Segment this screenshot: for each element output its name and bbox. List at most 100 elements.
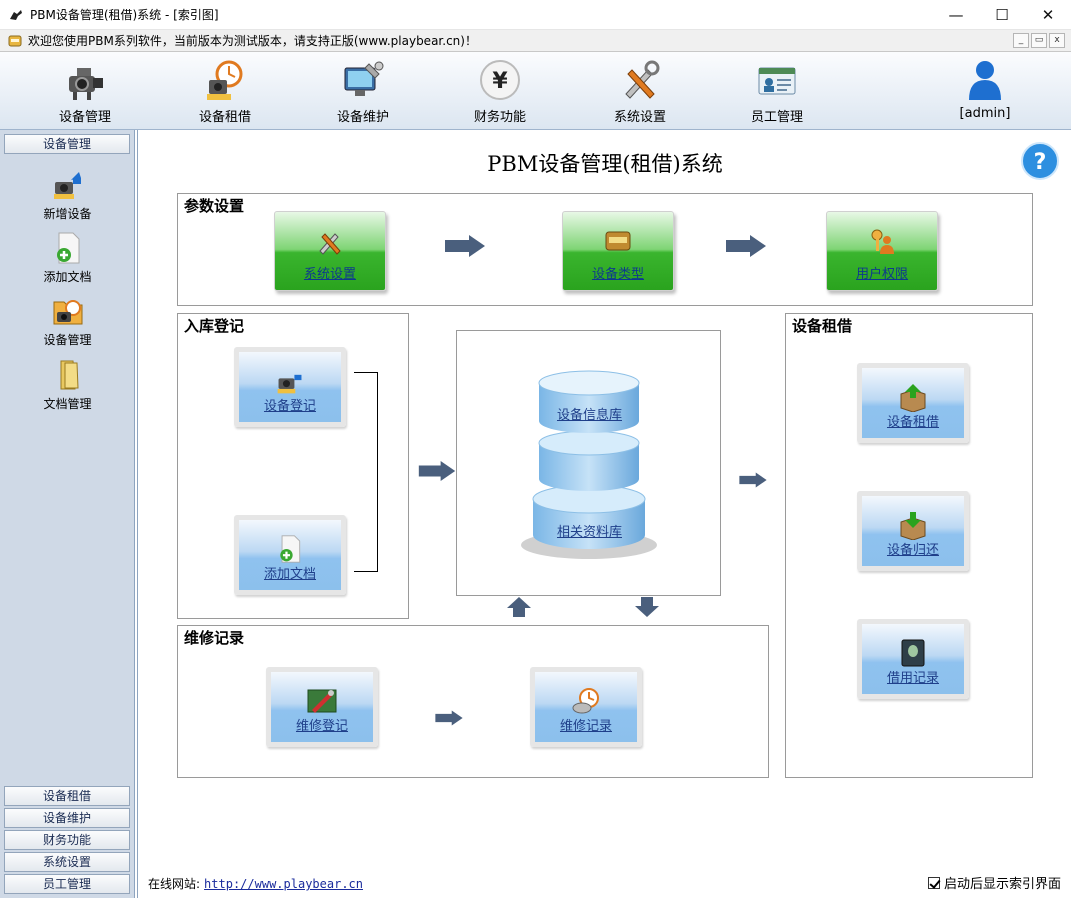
- sidebar-section-lend[interactable]: 设备租借: [4, 786, 130, 806]
- sidebar-item-new-device[interactable]: 新增设备: [20, 168, 115, 222]
- toolbar-label: 系统设置: [613, 110, 666, 125]
- button-label: 系统设置: [303, 267, 356, 282]
- show-index-checkbox[interactable]: [927, 876, 940, 889]
- app-icon: [10, 9, 22, 20]
- button-label: 设备类型: [591, 267, 644, 282]
- repair-panel: 维修记录 维修登记 维修记录: [177, 625, 769, 778]
- folder-icon: [60, 360, 79, 390]
- button-label: 借用记录: [886, 671, 939, 686]
- toolbar-label: 财务功能: [473, 110, 526, 125]
- tools-icon: [625, 60, 660, 99]
- mdi-close-button[interactable]: x: [1049, 33, 1065, 48]
- toolbar-admin-user[interactable]: [admin]: [940, 56, 1030, 126]
- yen-icon: ¥: [480, 60, 520, 100]
- lend-record-button[interactable]: 借用记录: [857, 619, 969, 699]
- user-icon: [969, 61, 1001, 100]
- arrow-up-icon: [507, 597, 531, 617]
- footer-website: 在线网站: http://www.playbear.cn: [148, 875, 363, 892]
- arrow-right-icon: [445, 235, 485, 257]
- sidebar-item-device-manage[interactable]: 设备管理: [20, 294, 115, 348]
- button-label: 设备归还: [886, 543, 939, 558]
- mdi-restore-button[interactable]: ▭: [1031, 33, 1047, 48]
- staff-card-icon: [758, 67, 796, 95]
- svg-text:¥: ¥: [492, 69, 508, 94]
- new-device-icon: [277, 374, 302, 394]
- sidebar: 设备管理 新增设备 添加文档 设备管理 文档管理 设备租借 设备维护 财务功能 …: [0, 130, 135, 898]
- sidebar-item-label: 设备管理: [43, 333, 92, 347]
- sidebar-item-add-document[interactable]: 添加文档: [20, 231, 115, 285]
- arrow-down-icon: [635, 597, 659, 617]
- bracket-connector: [354, 372, 378, 572]
- box-in-icon: [900, 512, 926, 540]
- lend-icon: [207, 60, 243, 100]
- repair-register-icon: [307, 689, 337, 713]
- toolbar-system-settings[interactable]: 系统设置: [595, 56, 685, 126]
- website-label: 在线网站:: [148, 877, 201, 891]
- add-document-icon: [56, 232, 79, 264]
- sidebar-header[interactable]: 设备管理: [4, 134, 130, 154]
- device-manage-icon: [53, 300, 82, 325]
- arrow-right-icon: [418, 461, 456, 481]
- button-label: 维修记录: [559, 719, 612, 734]
- device-register-button[interactable]: 设备登记: [234, 347, 346, 427]
- sidebar-item-document-manage[interactable]: 文档管理: [20, 358, 115, 412]
- sidebar-section-repair[interactable]: 设备维护: [4, 808, 130, 828]
- window-title: PBM设备管理(租借)系统 - [索引图]: [30, 8, 219, 22]
- lending-panel: 设备租借 设备租借 设备归还 借用记录: [785, 313, 1033, 778]
- storage-panel: 入库登记 设备登记 添加文档: [177, 313, 409, 619]
- toolbar-device-manage[interactable]: 设备管理: [40, 56, 130, 126]
- website-link[interactable]: http://www.playbear.cn: [204, 877, 363, 891]
- info-bar: 欢迎您使用PBM系列软件，当前版本为测试版本，请支持正版(www.playbea…: [0, 30, 1071, 52]
- system-settings-button[interactable]: 系统设置: [274, 211, 386, 291]
- arrow-right-icon: [435, 710, 463, 726]
- device-type-button[interactable]: 设备类型: [562, 211, 674, 291]
- button-label: 设备登记: [263, 399, 316, 414]
- camera-icon: [69, 68, 103, 100]
- lending-panel-title: 设备租借: [792, 317, 853, 335]
- button-label: 用户权限: [855, 267, 908, 282]
- toolbar-device-repair[interactable]: 设备维护: [318, 56, 408, 126]
- device-info-db-link[interactable]: 设备信息库: [457, 404, 722, 423]
- main-toolbar: 设备管理 设备租借 设备维护 ¥ 财务功能 系统设置 员工管理 [admin]: [0, 52, 1071, 130]
- toolbar-staff-manage[interactable]: 员工管理: [732, 56, 822, 126]
- mdi-minimize-button[interactable]: _: [1013, 33, 1029, 48]
- params-panel-title: 参数设置: [184, 197, 245, 215]
- button-label: 设备租借: [886, 415, 939, 430]
- user-permission-button[interactable]: 用户权限: [826, 211, 938, 291]
- params-panel: 参数设置 系统设置 设备类型 用户权限: [177, 193, 1033, 306]
- sidebar-section-finance[interactable]: 财务功能: [4, 830, 130, 850]
- repair-register-button[interactable]: 维修登记: [266, 667, 378, 747]
- add-document-icon: [280, 535, 301, 563]
- sidebar-item-label: 文档管理: [43, 397, 92, 411]
- device-lend-button[interactable]: 设备租借: [857, 363, 969, 443]
- repair-panel-title: 维修记录: [184, 629, 245, 647]
- pbm-logo-icon: [8, 35, 22, 46]
- tools-icon: [319, 233, 341, 255]
- database-box: 设备信息库 相关资料库: [456, 330, 721, 596]
- toolbar-label: [admin]: [959, 106, 1011, 121]
- record-book-icon: [901, 639, 925, 667]
- database-icon: [521, 370, 657, 559]
- maximize-button[interactable]: ☐: [979, 0, 1025, 30]
- repair-record-button[interactable]: 维修记录: [530, 667, 642, 747]
- key-user-icon: [871, 229, 894, 254]
- device-type-icon: [605, 231, 631, 251]
- arrow-right-icon: [739, 472, 767, 488]
- device-return-button[interactable]: 设备归还: [857, 491, 969, 571]
- sidebar-section-settings[interactable]: 系统设置: [4, 852, 130, 872]
- storage-add-document-button[interactable]: 添加文档: [234, 515, 346, 595]
- main-area: PBM设备管理(租借)系统 ? 参数设置 系统设置 设备类型 用户权限 入库登记…: [137, 130, 1071, 898]
- show-index-checkbox-row[interactable]: 启动后显示索引界面: [927, 873, 1061, 892]
- minimize-button[interactable]: —: [933, 0, 979, 30]
- related-docs-db-link[interactable]: 相关资料库: [457, 521, 722, 540]
- repair-icon: [344, 61, 384, 96]
- sidebar-item-label: 添加文档: [43, 270, 92, 284]
- toolbar-device-lend[interactable]: 设备租借: [180, 56, 270, 126]
- sidebar-section-staff[interactable]: 员工管理: [4, 874, 130, 894]
- title-bar: PBM设备管理(租借)系统 - [索引图] — ☐ ✕: [0, 0, 1071, 30]
- help-icon[interactable]: ?: [1020, 141, 1060, 181]
- toolbar-finance[interactable]: ¥ 财务功能: [455, 56, 545, 126]
- box-out-icon: [900, 384, 926, 412]
- show-index-checkbox-label: 启动后显示索引界面: [943, 877, 1061, 892]
- close-button[interactable]: ✕: [1025, 0, 1071, 30]
